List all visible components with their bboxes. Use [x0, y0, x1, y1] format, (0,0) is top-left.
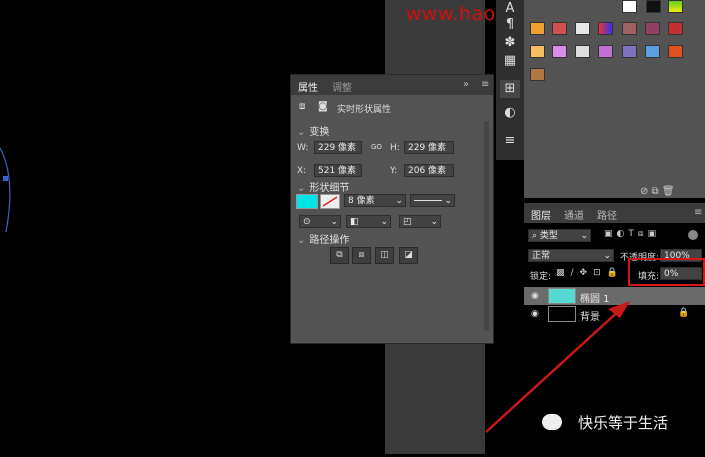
- brand-text: 快乐等于生活: [578, 414, 669, 432]
- wechat-icon: [542, 414, 562, 430]
- annotation-arrow: [485, 301, 630, 433]
